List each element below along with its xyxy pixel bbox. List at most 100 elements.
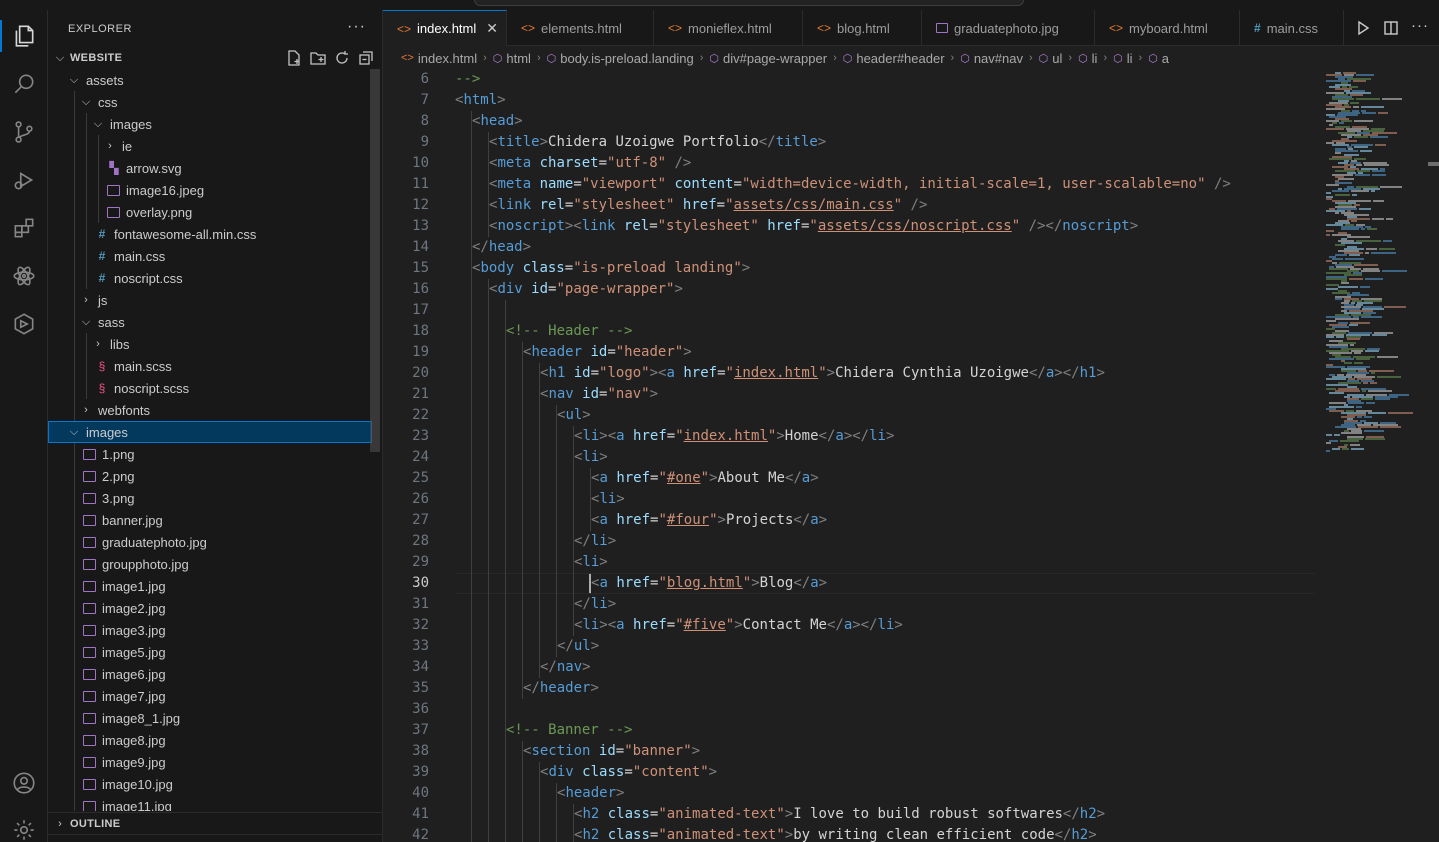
breadcrumb-item[interactable]: ⬡ li — [1113, 51, 1132, 66]
close-icon[interactable]: ✕ — [486, 20, 498, 37]
code-line[interactable]: <title>Chidera Uzoigwe Portfolio</title> — [489, 132, 826, 153]
source-control-icon[interactable] — [0, 112, 48, 152]
code-line[interactable]: </header> — [523, 678, 599, 699]
collapse-all-icon[interactable] — [357, 49, 375, 67]
tree-folder[interactable]: › libs — [48, 333, 372, 355]
tree-file[interactable]: image1.jpg — [48, 575, 372, 597]
code-line[interactable]: <!-- Banner --> — [506, 720, 632, 741]
code-line[interactable]: <noscript><link rel="stylesheet" href="a… — [489, 216, 1138, 237]
code-line[interactable]: <head> — [472, 111, 523, 132]
code-line[interactable]: </head> — [472, 237, 531, 258]
tree-file[interactable]: 1.png — [48, 443, 372, 465]
editor-tab[interactable]: <> elements.html — [507, 10, 654, 46]
code-line[interactable]: </nav> — [540, 657, 591, 678]
code-editor[interactable]: 6 7 8 9 10 11 12 13 14 15 16 17 18 19 20 21 22 23 24 25 26 27… — [383, 70, 1439, 842]
new-file-icon[interactable] — [285, 49, 303, 67]
tree-file[interactable]: image6.jpg — [48, 663, 372, 685]
tree-folder[interactable]: › ie — [48, 135, 372, 157]
refresh-icon[interactable] — [333, 49, 351, 67]
editor-tab[interactable]: # main.css — [1240, 10, 1344, 46]
run-icon[interactable] — [1355, 20, 1371, 36]
editor-tab[interactable]: <> index.html ✕ — [383, 10, 507, 46]
tree-file[interactable]: image2.jpg — [48, 597, 372, 619]
tree-file[interactable]: groupphoto.jpg — [48, 553, 372, 575]
code-line[interactable]: <body class="is-preload landing"> — [472, 258, 750, 279]
editor-more-icon[interactable]: ··· — [1411, 17, 1429, 34]
breadcrumb-item[interactable]: ⬡ html — [493, 51, 531, 66]
code-line[interactable]: <meta charset="utf-8" /> — [489, 153, 691, 174]
code-area[interactable]: --> <html> <head> <title>Chidera Uzoigwe Po… — [455, 70, 1315, 842]
tree-folder[interactable]: ⌵ assets — [48, 69, 372, 91]
tree-file[interactable]: image9.jpg — [48, 751, 372, 773]
code-line[interactable]: <html> — [455, 90, 506, 111]
tree-file[interactable]: # main.css — [48, 245, 372, 267]
code-line[interactable]: </li> — [574, 531, 616, 552]
sidebar-scrollbar[interactable] — [370, 69, 380, 452]
code-line[interactable]: <li> — [591, 489, 625, 510]
code-line[interactable]: <li><a href="index.html">Home</a></li> — [574, 426, 894, 447]
editor-scrollbar[interactable] — [1428, 162, 1439, 166]
tree-file[interactable]: # fontawesome-all.min.css — [48, 223, 372, 245]
breadcrumb-item[interactable]: ⬡ nav#nav — [960, 51, 1023, 66]
code-line[interactable]: </ul> — [557, 636, 599, 657]
code-line[interactable]: <h2 class="animated-text">I love to buil… — [574, 804, 1105, 825]
breadcrumb-item[interactable]: <> index.html — [401, 51, 477, 66]
tree-file[interactable]: image8_1.jpg — [48, 707, 372, 729]
react-atom-icon[interactable] — [0, 256, 48, 296]
tree-folder[interactable]: ⌵ images — [48, 421, 372, 443]
code-line[interactable]: <meta name="viewport" content="width=dev… — [489, 174, 1231, 195]
code-line[interactable]: <li><a href="#five">Contact Me</a></li> — [574, 615, 903, 636]
tree-folder[interactable]: ⌵ css — [48, 91, 372, 113]
code-line[interactable]: <div id="page-wrapper"> — [489, 279, 683, 300]
code-line[interactable]: <link rel="stylesheet" href="assets/css/… — [489, 195, 927, 216]
editor-tab[interactable]: graduatephoto.jpg — [922, 10, 1095, 46]
code-line[interactable]: <a href="#one">About Me</a> — [591, 468, 819, 489]
code-line[interactable]: <div class="content"> — [540, 762, 717, 783]
split-editor-icon[interactable] — [1383, 20, 1399, 36]
tree-file[interactable]: § main.scss — [48, 355, 372, 377]
code-line[interactable]: <h2 class="animated-text">by writing cle… — [574, 825, 1097, 842]
settings-gear-icon[interactable] — [0, 810, 48, 842]
code-line[interactable]: <li> — [574, 552, 608, 573]
tree-file[interactable]: image8.jpg — [48, 729, 372, 751]
code-line[interactable]: </li> — [574, 594, 616, 615]
tree-file[interactable]: image16.jpeg — [48, 179, 372, 201]
code-line[interactable]: <section id="banner"> — [523, 741, 700, 762]
minimap[interactable] — [1318, 70, 1428, 842]
breadcrumb-item[interactable]: ⬡ ul — [1039, 51, 1063, 66]
breadcrumb-item[interactable]: ⬡ a — [1148, 51, 1169, 66]
tree-file[interactable]: image7.jpg — [48, 685, 372, 707]
code-line[interactable]: <ul> — [557, 405, 591, 426]
tree-file[interactable]: banner.jpg — [48, 509, 372, 531]
code-line[interactable]: <header id="header"> — [523, 342, 692, 363]
code-line[interactable]: <h1 id="logo"><a href="index.html">Chide… — [540, 363, 1105, 384]
tree-file[interactable]: graduatephoto.jpg — [48, 531, 372, 553]
workspace-section-header[interactable]: ⌵ WEBSITE — [48, 47, 383, 69]
editor-tab[interactable]: <> blog.html — [803, 10, 922, 46]
code-line[interactable]: <nav id="nav"> — [540, 384, 658, 405]
command-center[interactable] — [474, 0, 1024, 6]
breadcrumb-item[interactable]: ⬡ li — [1078, 51, 1097, 66]
tree-folder[interactable]: › webfonts — [48, 399, 372, 421]
code-line[interactable]: <a href="#four">Projects</a> — [591, 510, 827, 531]
account-icon[interactable] — [0, 763, 48, 803]
tree-folder[interactable]: ⌵ images — [48, 113, 372, 135]
code-line[interactable]: <header> — [557, 783, 624, 804]
timeline-section-header[interactable] — [48, 834, 383, 842]
tree-file[interactable]: image3.jpg — [48, 619, 372, 641]
tree-folder[interactable]: › js — [48, 289, 372, 311]
tree-file[interactable]: # noscript.css — [48, 267, 372, 289]
tree-file[interactable]: overlay.png — [48, 201, 372, 223]
tree-file[interactable]: image11.jpg — [48, 795, 372, 811]
breadcrumb-item[interactable]: ⬡ body.is-preload.landing — [547, 51, 694, 66]
tree-file[interactable]: § noscript.scss — [48, 377, 372, 399]
code-line[interactable]: <a href="blog.html">Blog</a> — [591, 573, 827, 594]
more-actions-icon[interactable]: ··· — [347, 18, 366, 36]
tree-file[interactable]: 2.png — [48, 465, 372, 487]
outline-section-header[interactable]: › OUTLINE — [48, 812, 383, 834]
extensions-icon[interactable] — [0, 208, 48, 248]
tree-file[interactable]: image10.jpg — [48, 773, 372, 795]
editor-tab[interactable]: <> monieflex.html — [654, 10, 803, 46]
run-debug-icon[interactable] — [0, 160, 48, 200]
new-folder-icon[interactable] — [309, 49, 327, 67]
